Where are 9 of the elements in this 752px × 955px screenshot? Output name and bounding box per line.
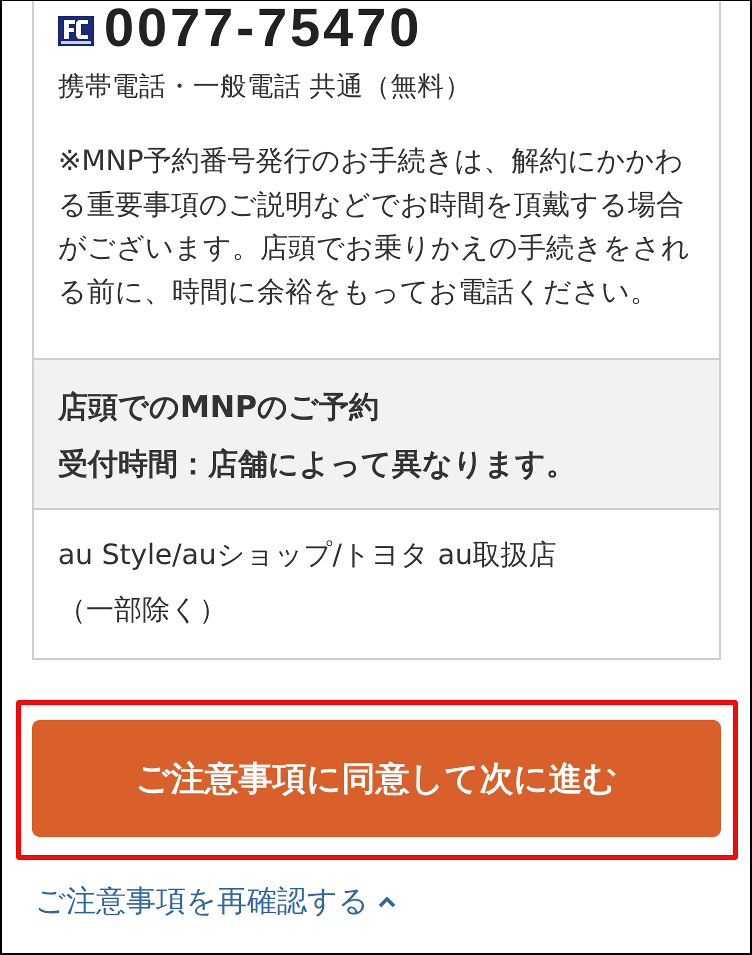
phone-note: 携帯電話・一般電話 共通（無料） xyxy=(58,71,472,103)
notice-text: ※MNP予約番号発行のお手続きは、解約にかかわる重要事項のご説明などでお時間を頂戴する場合がございます。店頭でお乗りかえの手続きをされる前に、時間に余裕をもってお電話ください。 xyxy=(58,143,691,310)
agree-button[interactable]: ご注意事項に同意して次に進む xyxy=(32,720,721,837)
logo-icon xyxy=(58,16,94,46)
phone-number: 0077-75470 xyxy=(104,1,422,56)
hours-text: 受付時間：店舗によって異なります。 xyxy=(58,446,577,484)
review-link[interactable]: ご注意事項を再確認する xyxy=(35,882,397,922)
section-heading: 店頭でのMNPのご予約 xyxy=(58,389,380,427)
store-text: au Style/auショップ/トヨタ au取扱店（一部除く） xyxy=(58,537,558,628)
